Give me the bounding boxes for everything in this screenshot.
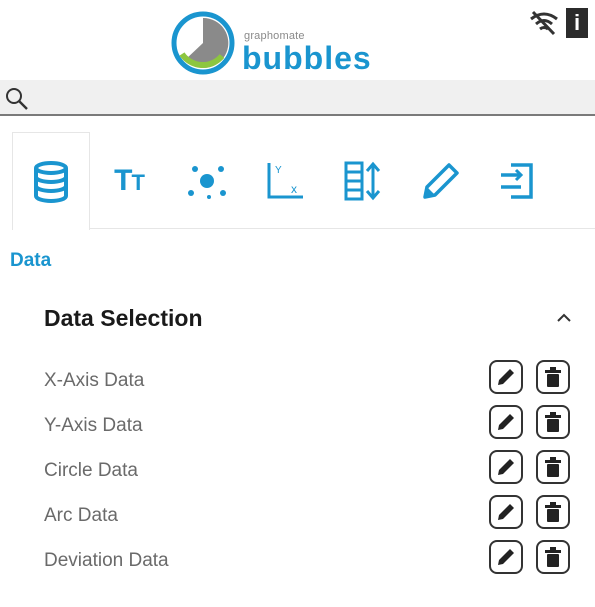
edit-button[interactable]	[489, 540, 523, 574]
axes-icon: Y x	[267, 163, 303, 199]
data-row-label: Deviation Data	[44, 550, 169, 571]
svg-text:Y: Y	[275, 165, 282, 176]
tab-export[interactable]	[480, 132, 558, 230]
trash-icon	[545, 367, 561, 387]
info-button[interactable]: i	[566, 8, 588, 38]
data-row-label: Y-Axis Data	[44, 415, 143, 436]
data-row-circle: Circle Data	[44, 450, 584, 490]
delete-button[interactable]	[536, 540, 570, 574]
data-row-label: Circle Data	[44, 460, 138, 481]
scatter-icon	[188, 166, 226, 199]
edit-button[interactable]	[489, 405, 523, 439]
trash-icon	[545, 457, 561, 477]
wifi-off-icon[interactable]	[528, 10, 560, 36]
search-bar	[0, 80, 595, 116]
chevron-up-icon[interactable]	[554, 310, 574, 324]
pencil-icon	[498, 414, 514, 430]
section-title: Data	[10, 250, 52, 271]
graphomate-bubbles-logo: graphomate bubbles	[170, 10, 390, 76]
logo-product-text: bubbles	[242, 40, 372, 76]
pencil-icon	[498, 504, 514, 520]
tab-bar: TT Y x	[12, 132, 595, 230]
tab-bubbles[interactable]	[168, 132, 246, 230]
pencil-icon	[498, 549, 514, 565]
trash-icon	[545, 502, 561, 522]
trash-icon	[545, 547, 561, 567]
export-icon	[501, 163, 533, 199]
text-size-icon: TT	[114, 164, 145, 197]
data-row-arc: Arc Data	[44, 495, 584, 535]
data-row-label: X-Axis Data	[44, 370, 145, 391]
pencil-icon	[498, 459, 514, 475]
tab-divider	[90, 228, 595, 229]
edit-button[interactable]	[489, 360, 523, 394]
tab-text[interactable]: TT	[90, 132, 168, 230]
delete-button[interactable]	[536, 495, 570, 529]
tab-style[interactable]	[402, 132, 480, 230]
edit-button[interactable]	[489, 495, 523, 529]
pencil-icon	[498, 369, 514, 385]
sort-icon	[344, 161, 381, 201]
tab-data[interactable]	[12, 132, 90, 230]
data-row-deviation: Deviation Data	[44, 540, 584, 580]
search-icon	[6, 88, 28, 110]
data-row-y-axis: Y-Axis Data	[44, 405, 584, 445]
tab-sort[interactable]	[324, 132, 402, 230]
data-row-label: Arc Data	[44, 505, 118, 526]
delete-button[interactable]	[536, 360, 570, 394]
delete-button[interactable]	[536, 450, 570, 484]
group-title[interactable]: Data Selection	[44, 305, 203, 332]
properties-panel: graphomate bubbles i TT Y x Data Data Se…	[0, 0, 595, 607]
delete-button[interactable]	[536, 405, 570, 439]
pencil-icon	[423, 163, 459, 199]
tab-axes[interactable]: Y x	[246, 132, 324, 230]
search-input[interactable]	[36, 84, 580, 112]
database-icon	[34, 160, 68, 203]
edit-button[interactable]	[489, 450, 523, 484]
svg-text:x: x	[291, 182, 297, 196]
trash-icon	[545, 412, 561, 432]
data-row-x-axis: X-Axis Data	[44, 360, 584, 400]
logo-pie-icon	[171, 11, 235, 75]
